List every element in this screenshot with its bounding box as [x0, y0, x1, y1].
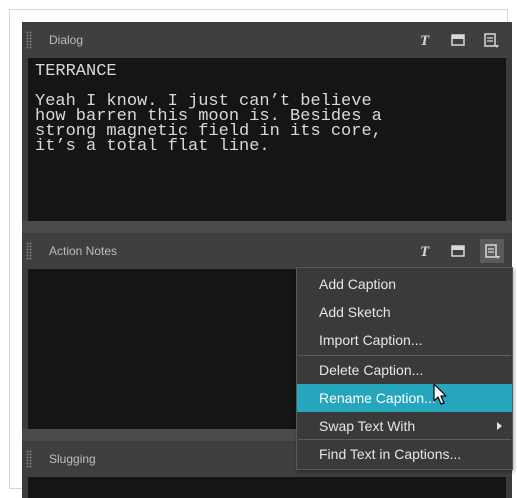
panel-menu-icon[interactable] [480, 239, 504, 263]
menu-item-swap-text-with[interactable]: Swap Text With [297, 412, 512, 440]
submenu-arrow-icon [497, 422, 502, 430]
panel-splitter[interactable] [22, 221, 512, 233]
menu-item-label: Delete Caption... [319, 362, 424, 378]
menu-item-import-caption[interactable]: Import Caption... [297, 326, 512, 354]
action-notes-panel-header[interactable]: Action Notes T [22, 233, 512, 269]
text-format-icon[interactable]: T [416, 242, 434, 260]
svg-text:T: T [420, 244, 430, 260]
detach-window-icon[interactable] [449, 242, 467, 260]
mouse-cursor-icon [433, 383, 449, 407]
dialog-panel-header[interactable]: Dialog T [22, 22, 512, 58]
dialog-panel-title: Dialog [49, 33, 84, 47]
dialog-text: TERRANCE Yeah I know. I just can’t belie… [35, 62, 382, 156]
detach-window-icon[interactable] [449, 31, 467, 49]
text-format-icon[interactable]: T [416, 31, 434, 49]
menu-item-add-caption[interactable]: Add Caption [297, 270, 512, 298]
menu-item-label: Swap Text With [319, 418, 416, 434]
panel-context-menu: Add Caption Add Sketch Import Caption...… [296, 267, 513, 470]
menu-item-label: Find Text in Captions... [319, 446, 462, 462]
dialog-text-area[interactable]: TERRANCE Yeah I know. I just can’t belie… [28, 58, 506, 221]
menu-item-find-text-in-captions[interactable]: Find Text in Captions... [297, 440, 512, 468]
menu-item-label: Add Caption [319, 276, 397, 292]
panel-menu-icon[interactable] [482, 31, 500, 49]
drag-grip-icon[interactable] [26, 242, 32, 260]
drag-grip-icon[interactable] [26, 31, 32, 49]
slugging-text-area[interactable] [28, 477, 506, 498]
menu-item-add-sketch[interactable]: Add Sketch [297, 298, 512, 326]
svg-text:T: T [420, 33, 430, 49]
drag-grip-icon[interactable] [26, 450, 32, 468]
action-notes-panel-title: Action Notes [49, 244, 118, 258]
menu-item-label: Import Caption... [319, 332, 423, 348]
menu-item-label: Add Sketch [319, 304, 391, 320]
menu-item-rename-caption[interactable]: Rename Caption... [297, 384, 512, 412]
slugging-panel-title: Slugging [49, 452, 96, 466]
menu-item-delete-caption[interactable]: Delete Caption... [297, 356, 512, 384]
menu-item-label: Rename Caption... [319, 390, 436, 406]
